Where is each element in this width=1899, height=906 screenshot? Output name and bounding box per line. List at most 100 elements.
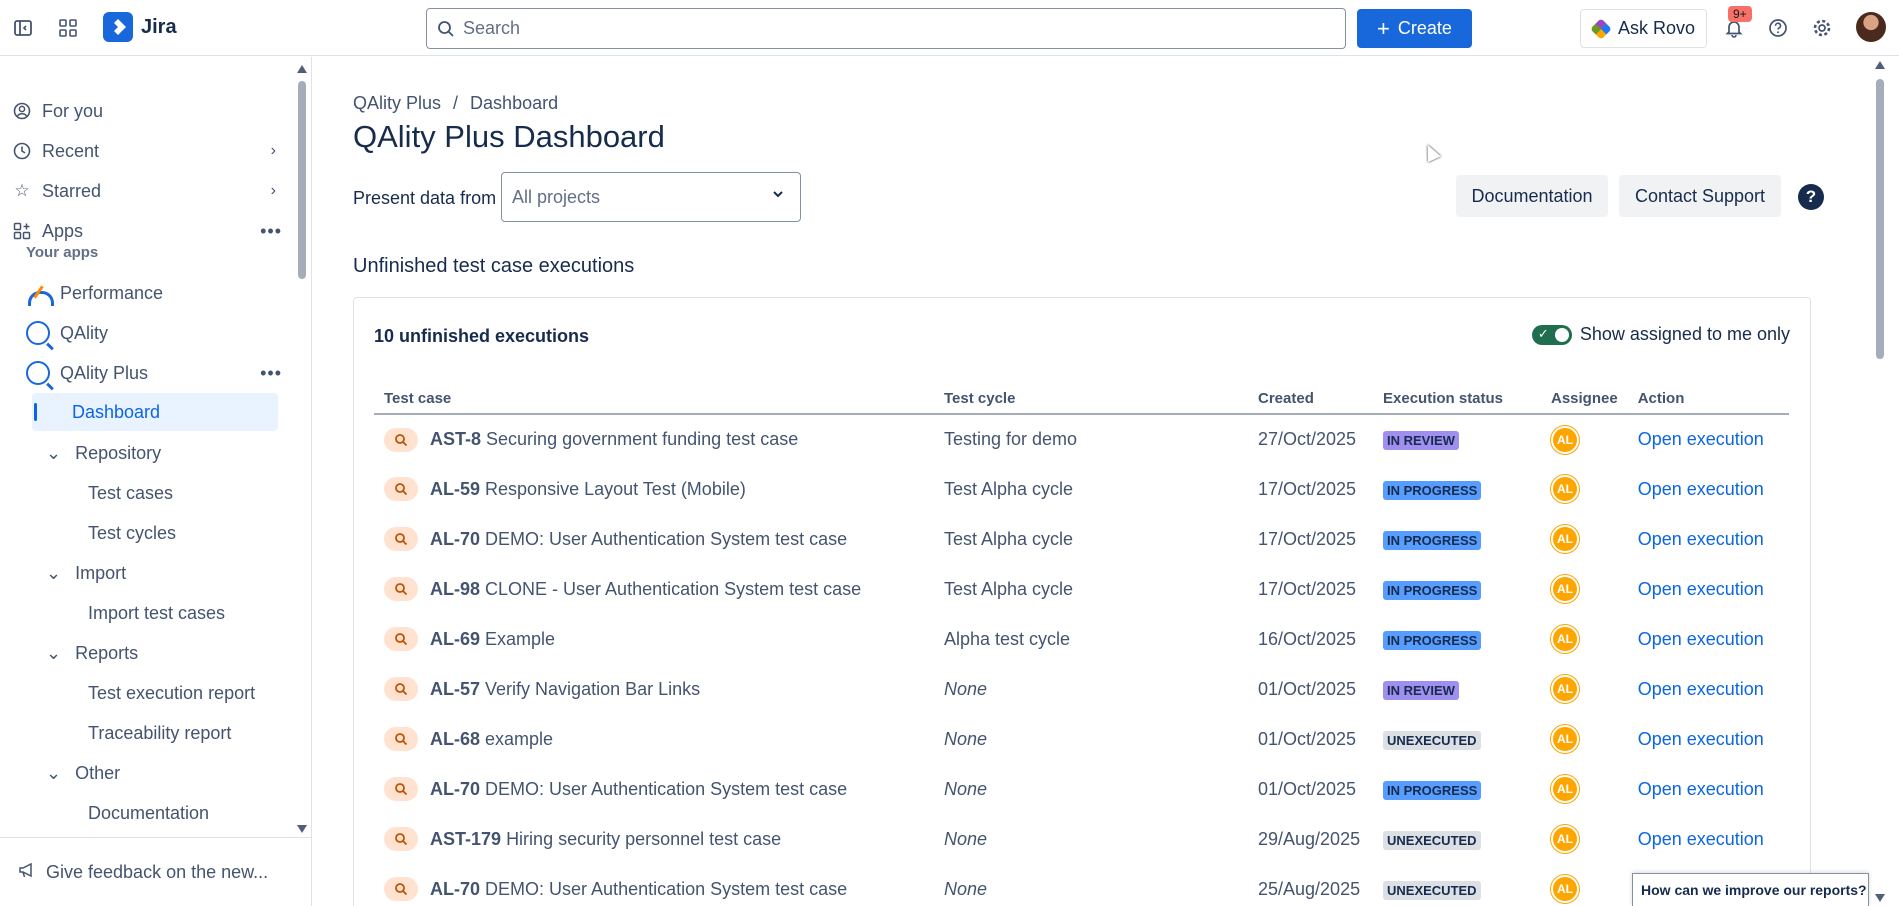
col-assignee[interactable]: Assignee [1541,390,1628,415]
main-scrollbar[interactable] [1873,57,1887,906]
sidebar-item-recent[interactable]: Recent › [12,133,282,169]
scroll-up-arrow-icon[interactable] [297,65,307,73]
more-options-icon[interactable]: ••• [260,221,282,242]
test-case-name[interactable]: DEMO: User Authentication System test ca… [485,529,847,549]
open-execution-link[interactable]: Open execution [1638,429,1764,449]
scrollbar-thumb[interactable] [298,81,306,279]
test-case-key[interactable]: AST-179 [430,829,501,849]
sidebar-group-import[interactable]: ⌄ Import [46,555,126,591]
sidebar-app-performance[interactable]: Performance [26,275,163,311]
sidebar-scrollbar[interactable] [297,65,307,833]
test-cycle-cell: Test Alpha cycle [944,478,1074,499]
search-input[interactable] [463,18,1323,39]
app-switcher-icon[interactable] [54,14,82,42]
sidebar-app-qality[interactable]: QAlity [26,315,108,351]
sidebar-group-repository[interactable]: ⌄ Repository [46,435,161,471]
notification-badge: 9+ [1728,6,1752,22]
assignee-avatar[interactable]: AL [1551,675,1579,703]
test-case-name[interactable]: DEMO: User Authentication System test ca… [485,779,847,799]
test-case-key[interactable]: AL-59 [430,479,480,499]
assigned-to-me-toggle[interactable] [1531,324,1572,345]
action-cell: Open execution [1628,814,1789,864]
col-test-case[interactable]: Test case [374,390,934,415]
assignee-avatar[interactable]: AL [1551,625,1579,653]
ask-rovo-button[interactable]: Ask Rovo [1580,9,1707,48]
sidebar-group-other[interactable]: ⌄ Other [46,755,120,791]
open-execution-link[interactable]: Open execution [1638,829,1764,849]
test-case-key[interactable]: AL-70 [430,879,480,899]
test-case-key[interactable]: AL-69 [430,629,480,649]
sidebar-item-starred[interactable]: ☆ Starred › [12,173,282,209]
breadcrumb-link-qality-plus[interactable]: QAlity Plus [353,93,441,114]
open-execution-link[interactable]: Open execution [1638,779,1764,799]
sidebar-item-import-test-cases[interactable]: Import test cases [88,595,225,631]
give-feedback-button[interactable]: Give feedback on the new... [0,837,311,906]
more-options-icon[interactable]: ••• [260,363,282,384]
card-title: 10 unfinished executions [374,326,590,346]
improve-reports-popup[interactable]: How can we improve our reports? [1632,873,1869,906]
test-cycle-cell: None [944,878,988,899]
sidebar-item-test-cycles[interactable]: Test cycles [88,515,176,551]
open-execution-link[interactable]: Open execution [1638,579,1764,599]
test-case-key[interactable]: AL-68 [430,729,480,749]
col-created[interactable]: Created [1248,390,1373,415]
test-case-name[interactable]: Responsive Layout Test (Mobile) [485,479,746,499]
test-case-name[interactable]: Hiring security personnel test case [506,829,781,849]
test-case-name[interactable]: DEMO: User Authentication System test ca… [485,879,847,899]
sidebar-item-documentation[interactable]: Documentation [88,795,209,831]
assignee-avatar[interactable]: AL [1551,825,1579,853]
test-case-name[interactable]: Securing government funding test case [486,429,798,449]
sidebar-item-traceability-report[interactable]: Traceability report [88,715,231,751]
col-action[interactable]: Action [1627,390,1789,415]
test-case-key[interactable]: AL-98 [430,579,480,599]
sidebar-item-for-you[interactable]: For you [12,93,103,129]
test-case-key[interactable]: AL-70 [430,529,480,549]
sidebar-item-test-cases[interactable]: Test cases [88,475,173,511]
col-execution-status[interactable]: Execution status [1373,390,1541,415]
sidebar-app-qality-plus[interactable]: QAlity Plus ••• [26,355,282,391]
scroll-up-arrow-icon[interactable] [1875,61,1885,69]
assignee-avatar[interactable]: AL [1551,575,1579,603]
assignee-avatar[interactable]: AL [1551,775,1579,803]
user-avatar[interactable] [1856,12,1886,42]
test-case-key[interactable]: AST-8 [430,429,481,449]
sidebar-item-dashboard[interactable]: Dashboard [32,393,278,431]
col-test-cycle[interactable]: Test cycle [934,390,1248,415]
search-bar[interactable] [426,8,1346,49]
open-execution-link[interactable]: Open execution [1638,479,1764,499]
assignee-avatar[interactable]: AL [1551,475,1579,503]
breadcrumb-link-dashboard[interactable]: Dashboard [470,93,558,114]
help-icon[interactable] [1764,14,1792,42]
test-case-cell: AST-179 Hiring security personnel test c… [374,814,934,864]
sidebar-toggle-icon[interactable] [9,14,37,42]
app-label: QAlity [60,322,109,343]
open-execution-link[interactable]: Open execution [1638,679,1764,699]
scroll-down-arrow-icon[interactable] [1875,894,1885,902]
sidebar-item-test-execution-report[interactable]: Test execution report [88,675,255,711]
scrollbar-thumb[interactable] [1876,79,1884,359]
test-case-name[interactable]: Example [485,629,555,649]
status-cell: IN PROGRESS [1373,614,1541,664]
assignee-avatar[interactable]: AL [1551,875,1579,903]
assignee-avatar[interactable]: AL [1551,525,1579,553]
open-execution-link[interactable]: Open execution [1638,729,1764,749]
open-execution-link[interactable]: Open execution [1638,629,1764,649]
assignee-avatar[interactable]: AL [1551,425,1579,454]
project-select[interactable]: All projects [501,172,801,222]
test-case-name[interactable]: Verify Navigation Bar Links [485,679,700,699]
settings-gear-icon[interactable] [1808,14,1836,42]
test-case-name[interactable]: CLONE - User Authentication System test … [485,579,861,599]
jira-logo[interactable]: Jira [103,12,177,42]
test-case-name[interactable]: example [485,729,553,749]
scroll-down-arrow-icon[interactable] [297,825,307,833]
help-circle-icon[interactable]: ? [1798,184,1824,210]
create-button[interactable]: + Create [1357,9,1472,48]
open-execution-link[interactable]: Open execution [1638,529,1764,549]
test-case-key[interactable]: AL-57 [430,679,480,699]
sidebar-group-reports[interactable]: ⌄ Reports [46,635,138,671]
test-case-key[interactable]: AL-70 [430,779,480,799]
assignee-avatar[interactable]: AL [1551,725,1579,753]
table-row: AL-68 example None 01/Oct/2025 UNEXECUTED AL… [374,714,1789,764]
documentation-button[interactable]: Documentation [1456,175,1608,217]
contact-support-button[interactable]: Contact Support [1619,175,1781,217]
